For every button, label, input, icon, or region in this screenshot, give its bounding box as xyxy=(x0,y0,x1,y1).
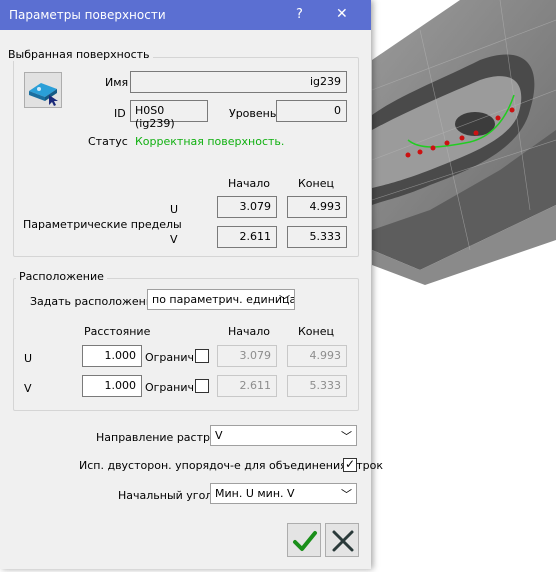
limits-u-label: U xyxy=(170,203,179,216)
placement-u-start-field: 3.079 xyxy=(217,345,277,367)
limits-v-end-field: 5.333 xyxy=(287,226,347,248)
param-limits-label: Параметрические пределы xyxy=(23,218,182,231)
raster-direction-value: V xyxy=(215,429,223,442)
level-label: Уровень xyxy=(229,107,277,120)
name-label: Имя xyxy=(105,76,129,89)
placement-start-header: Начало xyxy=(228,325,271,338)
surface-pick-icon xyxy=(29,83,58,106)
cancel-button[interactable] xyxy=(325,523,359,557)
chevron-down-icon: ﹀ xyxy=(341,430,352,443)
start-angle-label: Начальный угол xyxy=(118,489,213,502)
limits-u-start-field: 3.079 xyxy=(217,196,277,218)
two-sided-ordering-checkbox[interactable] xyxy=(343,457,357,472)
title-bar[interactable]: Параметры поверхности ? ✕ xyxy=(0,0,371,30)
placement-v-end-field: 5.333 xyxy=(287,375,347,397)
limits-v-label: V xyxy=(170,233,178,246)
u-limit-label: Огранич. xyxy=(145,351,194,364)
name-field: ig239 xyxy=(130,71,347,93)
checkmark-icon xyxy=(293,531,317,551)
placement-v-label: V xyxy=(24,382,32,395)
distance-header: Расстояние xyxy=(84,325,151,338)
cross-icon xyxy=(332,530,354,552)
status-label: Статус xyxy=(88,135,128,148)
v-distance-input[interactable]: 1.000 xyxy=(82,375,142,397)
start-angle-dropdown[interactable]: Мин. U мин. V ﹀ xyxy=(210,483,357,504)
start-angle-value: Мин. U мин. V xyxy=(215,487,295,500)
set-placement-label: Задать расположение xyxy=(30,295,160,308)
status-value: Корректная поверхность. xyxy=(135,135,285,148)
selected-surface-group-title: Выбранная поверхность xyxy=(5,48,153,61)
v-limit-label: Огранич. xyxy=(145,381,194,394)
surface-select-button[interactable] xyxy=(24,72,62,108)
limits-start-header: Начало xyxy=(228,177,271,190)
id-field: H0S0 (ig239) xyxy=(130,100,208,130)
id-label: ID xyxy=(114,107,126,120)
u-limit-checkbox[interactable] xyxy=(195,349,209,363)
v-limit-checkbox[interactable] xyxy=(195,379,209,393)
surface-parameters-dialog: Параметры поверхности ? ✕ Выбранная пове… xyxy=(0,0,383,569)
limits-end-header: Конец xyxy=(298,177,334,190)
placement-end-header: Конец xyxy=(298,325,334,338)
chevron-down-icon: ﹀ xyxy=(341,488,352,501)
placement-u-label: U xyxy=(24,352,33,365)
u-distance-input[interactable]: 1.000 xyxy=(82,345,142,367)
placement-u-end-field: 4.993 xyxy=(287,345,347,367)
limits-u-end-field: 4.993 xyxy=(287,196,347,218)
set-placement-value: по параметрич. единица xyxy=(152,293,295,306)
level-field: 0 xyxy=(276,100,347,122)
set-placement-dropdown[interactable]: по параметрич. единица ﹀ xyxy=(147,289,295,310)
ok-button[interactable] xyxy=(287,523,321,557)
chevron-down-icon: ﹀ xyxy=(279,294,290,307)
two-sided-ordering-label: Исп. двусторон. упорядоч-е для объединен… xyxy=(79,459,384,472)
placement-v-start-field: 2.611 xyxy=(217,375,277,397)
raster-direction-dropdown[interactable]: V ﹀ xyxy=(210,425,357,446)
limits-v-start-field: 2.611 xyxy=(217,226,277,248)
placement-group-title: Расположение xyxy=(16,270,107,283)
close-button[interactable]: ✕ xyxy=(336,6,348,22)
help-button[interactable]: ? xyxy=(296,7,303,22)
dialog-title: Параметры поверхности xyxy=(9,8,166,22)
raster-direction-label: Направление растра xyxy=(96,431,217,444)
